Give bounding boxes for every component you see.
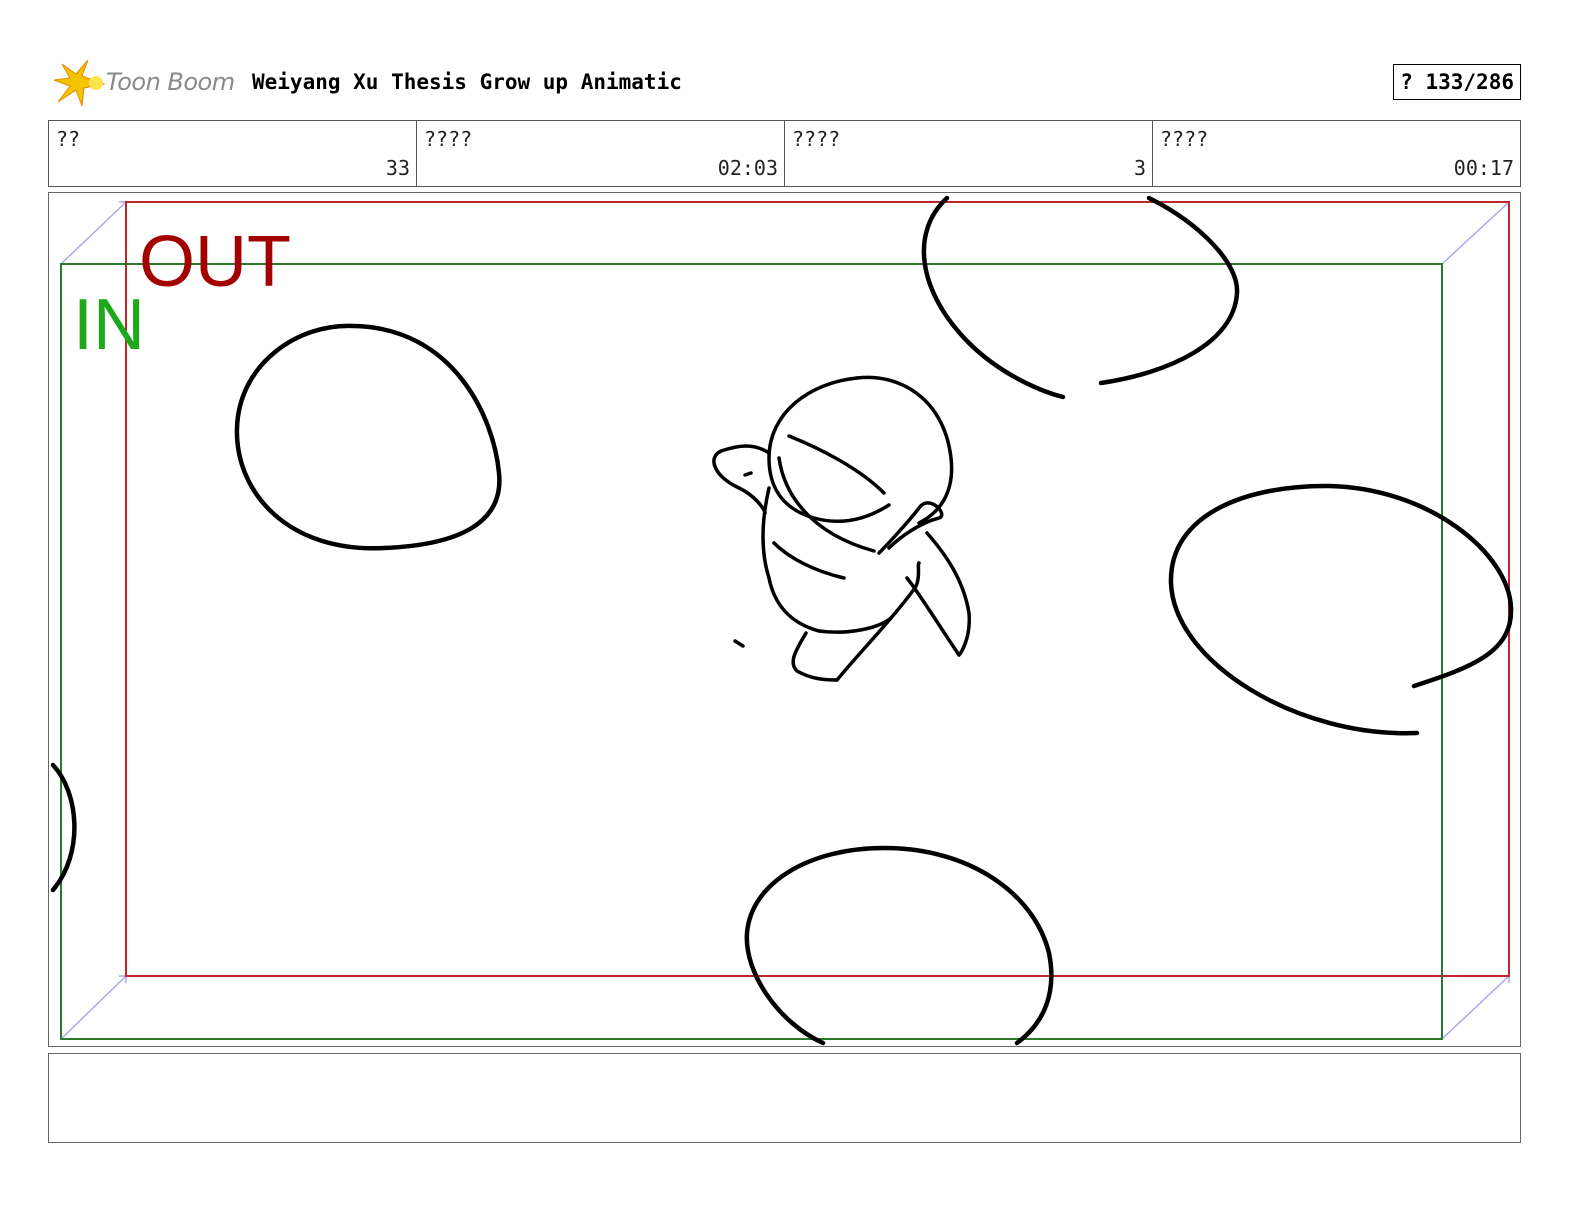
page-counter: ? 133/286 bbox=[1393, 64, 1521, 100]
info-cell-panel: ???? 3 bbox=[785, 121, 1153, 186]
info-value: 33 bbox=[385, 156, 410, 180]
in-frame bbox=[60, 263, 1443, 1040]
camera-move-lines bbox=[60, 201, 1510, 1040]
info-cell-scene: ?? 33 bbox=[49, 121, 417, 186]
info-value: 00:17 bbox=[1453, 156, 1514, 180]
out-frame-label: OUT bbox=[139, 222, 291, 302]
document-title: Weiyang Xu Thesis Grow up Animatic bbox=[252, 70, 682, 94]
info-label: ???? bbox=[792, 127, 841, 151]
scene-info-row: ?? 33 ???? 02:03 ???? 3 ???? 00:17 bbox=[48, 120, 1521, 187]
character-sketch bbox=[712, 375, 971, 682]
notes-box bbox=[48, 1053, 1521, 1143]
star-burst-icon bbox=[53, 59, 106, 107]
info-cell-scene-duration: ???? 02:03 bbox=[417, 121, 785, 186]
info-value: 02:03 bbox=[717, 156, 778, 180]
toon-boom-logo: Toon Boom bbox=[52, 58, 242, 108]
page-header: Toon Boom Weiyang Xu Thesis Grow up Anim… bbox=[48, 56, 1521, 108]
logo-text: Toon Boom bbox=[106, 68, 235, 96]
info-label: ?? bbox=[56, 127, 81, 151]
info-label: ???? bbox=[424, 127, 473, 151]
info-cell-panel-duration: ???? 00:17 bbox=[1153, 121, 1520, 186]
info-label: ???? bbox=[1160, 127, 1209, 151]
sketch-strokes bbox=[50, 195, 1514, 1046]
panel-drawing bbox=[50, 195, 1514, 1046]
info-value: 3 bbox=[1133, 156, 1146, 180]
in-frame-label: IN bbox=[73, 285, 145, 365]
storyboard-panel: OUT IN bbox=[48, 192, 1521, 1047]
